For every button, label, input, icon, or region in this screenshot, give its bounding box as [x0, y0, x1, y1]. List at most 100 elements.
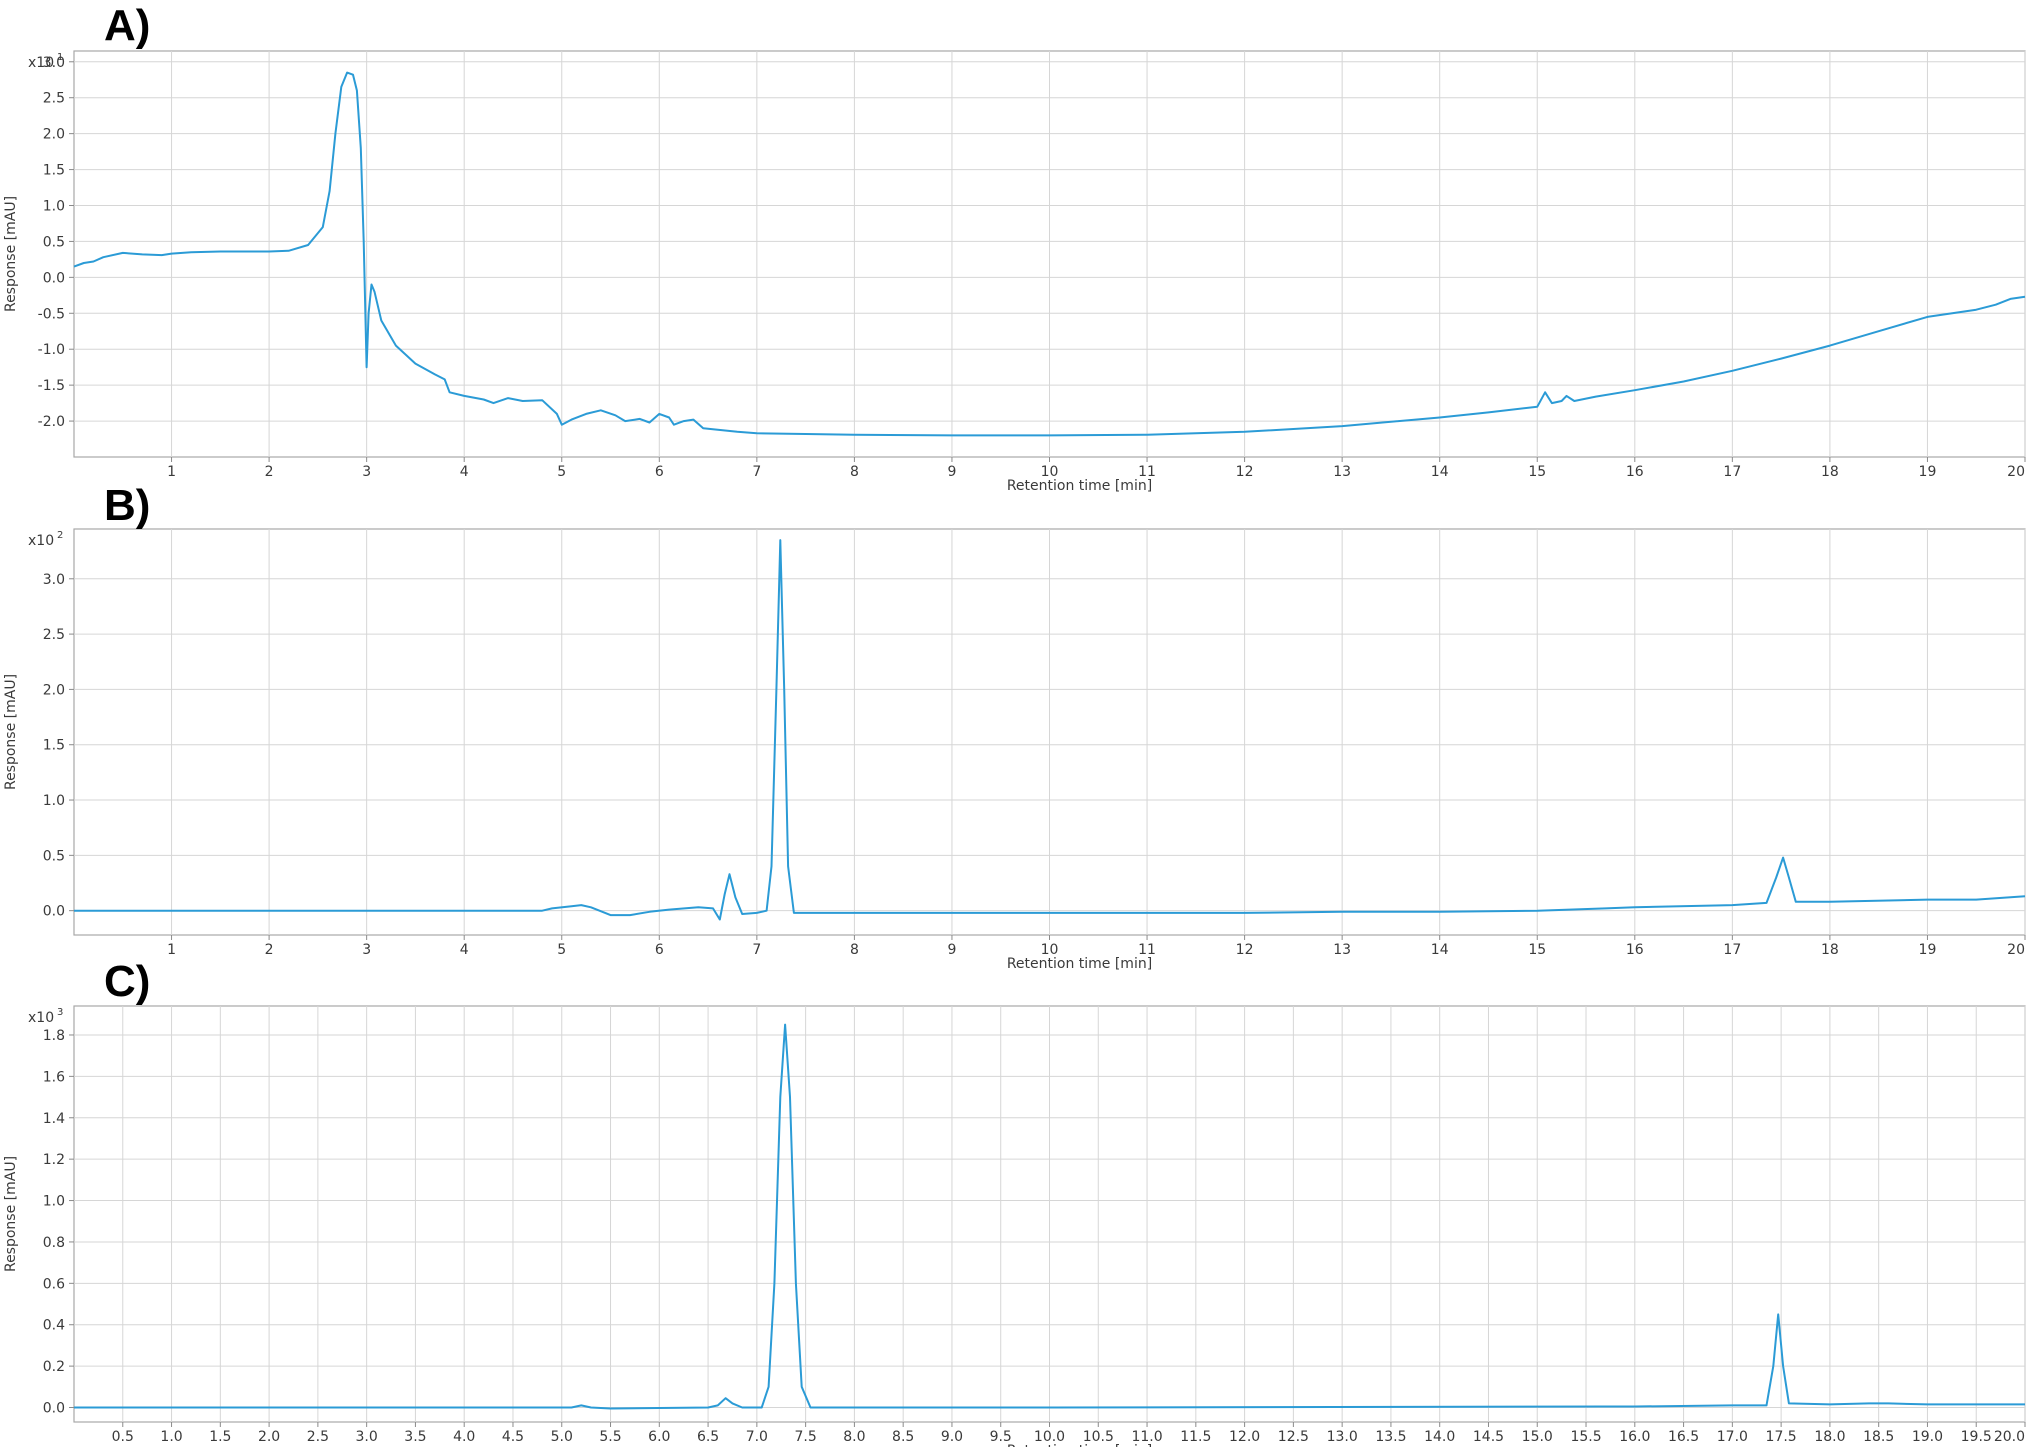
x-tick-label: 4 — [460, 942, 469, 958]
x-tick-label: 15 — [1528, 464, 1546, 480]
x-tick-label: 3 — [362, 464, 371, 480]
x-tick-label: 18 — [1821, 942, 1839, 958]
y-tick-label: 0.0 — [43, 1401, 65, 1417]
x-tick-label: 13.5 — [1375, 1429, 1406, 1445]
y-axis-title: Response [mAU] — [3, 196, 19, 312]
y-tick-label: 1.6 — [43, 1069, 65, 1085]
x-tick-label: 7.0 — [746, 1429, 768, 1445]
y-tick-label: 2.5 — [43, 91, 65, 107]
x-tick-label: 17.5 — [1766, 1429, 1797, 1445]
x-tick-label: 8 — [850, 464, 859, 480]
y-tick-label: 0.8 — [43, 1235, 65, 1251]
panel-label: B) — [104, 481, 150, 530]
y-multiplier-label: x10 — [28, 55, 54, 71]
x-tick-label: 17.0 — [1717, 1429, 1748, 1445]
x-tick-label: 6.5 — [697, 1429, 719, 1445]
y-tick-label: 0.0 — [43, 904, 65, 920]
y-tick-label: 1.0 — [43, 198, 65, 214]
x-tick-label: 20 — [2007, 464, 2025, 480]
y-tick-label: 0.5 — [43, 234, 65, 250]
x-tick-label: 6.0 — [648, 1429, 670, 1445]
y-tick-label: -1.5 — [38, 378, 65, 394]
y-multiplier-exponent: 2 — [57, 530, 63, 541]
x-tick-label: 11.5 — [1180, 1429, 1211, 1445]
y-axis-title: Response [mAU] — [3, 674, 19, 790]
x-tick-label: 16.0 — [1619, 1429, 1650, 1445]
x-tick-label: 14 — [1431, 942, 1449, 958]
x-tick-label: 8.0 — [843, 1429, 865, 1445]
x-tick-label: 4 — [460, 464, 469, 480]
panel-label: C) — [104, 957, 150, 1006]
x-tick-label: 5.0 — [551, 1429, 573, 1445]
x-tick-label: 3 — [362, 942, 371, 958]
y-multiplier-label: x10 — [28, 533, 54, 549]
x-tick-label: 2.0 — [258, 1429, 280, 1445]
x-tick-label: 5 — [557, 464, 566, 480]
y-tick-label: 0.2 — [43, 1359, 65, 1375]
chart-panel-3: 0.5 1.0 1.5 2.0 2.5 3.0 3.5 4.0 4.5 5.0 5.5 6.0 6.5 7… — [3, 957, 2026, 1447]
x-tick-label: 2.5 — [307, 1429, 329, 1445]
chart-panel-2: 1 2 3 4 5 6 7 8 9 10 11 12 13 14 15 16 17 18 19 200.00.51.0… — [3, 481, 2026, 972]
y-tick-label: 1.4 — [43, 1111, 65, 1127]
y-tick-label: 2.0 — [43, 682, 65, 698]
x-tick-label: 19.5 — [1961, 1429, 1992, 1445]
x-tick-label: 15.5 — [1570, 1429, 1601, 1445]
y-tick-label: 0.6 — [43, 1276, 65, 1292]
x-tick-label: 14 — [1431, 464, 1449, 480]
x-tick-label: 18.0 — [1814, 1429, 1845, 1445]
x-tick-label: 17 — [1723, 942, 1741, 958]
y-tick-label: 1.0 — [43, 1194, 65, 1210]
x-tick-label: 1 — [167, 464, 176, 480]
x-tick-label: 5 — [557, 942, 566, 958]
x-tick-label: 14.5 — [1473, 1429, 1504, 1445]
panel-label: A) — [104, 1, 150, 50]
y-tick-label: 3.0 — [43, 572, 65, 588]
x-tick-label: 14.0 — [1424, 1429, 1455, 1445]
x-tick-label: 15 — [1528, 942, 1546, 958]
y-tick-label: -1.0 — [38, 342, 65, 358]
x-tick-label: 12.0 — [1229, 1429, 1260, 1445]
x-tick-label: 5.5 — [599, 1429, 621, 1445]
x-tick-label: 16 — [1626, 942, 1644, 958]
y-axis-title: Response [mAU] — [3, 1156, 19, 1272]
y-multiplier-exponent: 3 — [57, 1007, 63, 1018]
x-tick-label: 4.0 — [453, 1429, 475, 1445]
x-tick-label: 20 — [2007, 942, 2025, 958]
x-tick-label: 2 — [265, 464, 274, 480]
y-multiplier-exponent: 1 — [57, 52, 63, 63]
y-multiplier-label: x10 — [28, 1010, 54, 1026]
x-tick-label: 18 — [1821, 464, 1839, 480]
x-tick-label: 3.0 — [356, 1429, 378, 1445]
x-tick-label: 1.5 — [209, 1429, 231, 1445]
x-tick-label: 8 — [850, 942, 859, 958]
x-tick-label: 9.0 — [941, 1429, 963, 1445]
x-tick-label: 12 — [1236, 464, 1254, 480]
y-tick-label: -0.5 — [38, 306, 65, 322]
x-tick-label: 15.0 — [1522, 1429, 1553, 1445]
x-tick-label: 16 — [1626, 464, 1644, 480]
x-tick-label: 7.5 — [794, 1429, 816, 1445]
x-tick-label: 6 — [655, 464, 664, 480]
x-tick-label: 12 — [1236, 942, 1254, 958]
x-tick-label: 13 — [1333, 942, 1351, 958]
y-tick-label: 0.0 — [43, 270, 65, 286]
x-axis-title: Retention time [min] — [1007, 956, 1152, 972]
y-tick-label: 2.0 — [43, 127, 65, 143]
x-tick-label: 19.0 — [1912, 1429, 1943, 1445]
y-tick-label: 1.2 — [43, 1152, 65, 1168]
x-tick-label: 16.5 — [1668, 1429, 1699, 1445]
x-tick-label: 3.5 — [404, 1429, 426, 1445]
x-tick-label: 19 — [1919, 464, 1937, 480]
x-tick-label: 1 — [167, 942, 176, 958]
x-tick-label: 13 — [1333, 464, 1351, 480]
x-tick-label: 1.0 — [160, 1429, 182, 1445]
chart-panel-1: 1 2 3 4 5 6 7 8 9 10 11 12 13 14 15 16 17 18 19 20-2.0-1.5-… — [3, 1, 2026, 494]
x-tick-label: 4.5 — [502, 1429, 524, 1445]
y-tick-label: 1.8 — [43, 1028, 65, 1044]
x-tick-label: 7 — [752, 464, 761, 480]
x-tick-label: 9 — [947, 942, 956, 958]
y-tick-label: 1.0 — [43, 793, 65, 809]
x-tick-label: 9 — [947, 464, 956, 480]
x-tick-label: 12.5 — [1278, 1429, 1309, 1445]
y-tick-label: 0.4 — [43, 1318, 65, 1334]
